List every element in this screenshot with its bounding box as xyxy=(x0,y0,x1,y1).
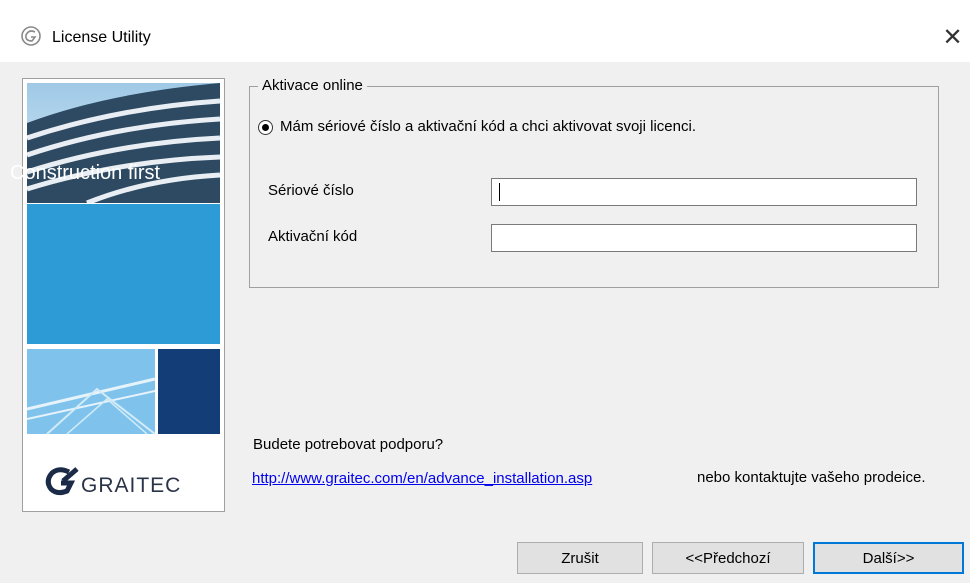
activation-code-label: Aktivační kód xyxy=(268,228,358,245)
activation-radio[interactable] xyxy=(258,120,273,135)
activation-code-input[interactable] xyxy=(491,224,917,252)
previous-button[interactable]: <<Předchozí xyxy=(652,542,804,574)
activation-group-title: Aktivace online xyxy=(258,77,367,94)
title-bar: License Utility ✕ xyxy=(0,0,970,62)
activation-radio-label[interactable]: Mám sériové číslo a aktivační kód a chci… xyxy=(280,118,696,135)
brand-tagline: Construction first xyxy=(10,162,161,184)
close-button[interactable]: ✕ xyxy=(935,20,970,55)
bridge-photo xyxy=(27,349,155,434)
branding-panel: GRAITEC xyxy=(22,78,225,512)
text-caret xyxy=(499,183,500,201)
serial-number-input[interactable] xyxy=(491,178,917,206)
graitec-logo: GRAITEC xyxy=(45,467,181,497)
serial-label: Sériové číslo xyxy=(268,182,354,199)
support-question: Budete potrebovat podporu? xyxy=(253,436,444,453)
next-button[interactable]: Další>> xyxy=(813,542,964,574)
support-link[interactable]: http://www.graitec.com/en/advance_instal… xyxy=(252,470,592,487)
building-photo xyxy=(27,83,220,203)
app-logo-icon xyxy=(21,26,41,46)
brand-block xyxy=(27,204,220,344)
contact-text: nebo kontaktujte vašeho prodeice. xyxy=(697,469,926,486)
logo-text: GRAITEC xyxy=(81,474,181,497)
close-icon: ✕ xyxy=(942,24,963,51)
navy-block xyxy=(158,349,220,434)
window-title: License Utility xyxy=(52,29,151,46)
cancel-button[interactable]: Zrušit xyxy=(517,542,643,574)
